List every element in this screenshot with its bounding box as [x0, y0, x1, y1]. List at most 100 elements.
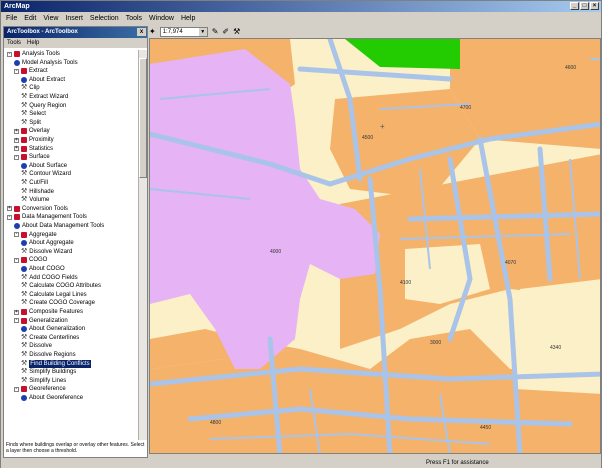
info-icon: [21, 162, 27, 169]
expand-icon[interactable]: +: [14, 146, 19, 152]
tree-item-label: Conversion Tools: [22, 205, 68, 212]
tree-item-label: Split: [29, 119, 41, 126]
info-icon: [21, 395, 27, 401]
collapse-icon[interactable]: -: [14, 386, 19, 392]
expand-icon[interactable]: +: [7, 206, 12, 212]
menu-tools[interactable]: Tools: [126, 15, 142, 22]
scrollbar-thumb[interactable]: [139, 58, 147, 178]
tree-item[interactable]: ⚒ Dissolve: [21, 342, 52, 350]
menu-file[interactable]: File: [6, 15, 17, 22]
tree-item[interactable]: + Statistics: [14, 145, 53, 153]
tool-hammer-icon: ⚒: [21, 84, 28, 92]
tree-item[interactable]: + Composite Features: [14, 308, 83, 316]
collapse-icon[interactable]: -: [14, 318, 19, 324]
close-button[interactable]: ×: [590, 2, 599, 10]
collapse-icon[interactable]: -: [14, 257, 19, 263]
tree-item[interactable]: ⚒ Clip: [21, 84, 40, 92]
tree-item[interactable]: - Surface: [14, 153, 50, 161]
toolbox-icon[interactable]: ⚒: [233, 27, 240, 37]
tree-item[interactable]: - Georeference: [14, 385, 66, 393]
map-view[interactable]: 4500 4070 4000 4100 4340 3000 4600 4700 …: [149, 38, 601, 454]
info-icon: [14, 223, 20, 229]
tool-hammer-icon: ⚒: [21, 170, 28, 178]
tree-item-label: About Generalization: [29, 326, 86, 333]
tree-item-label: Simplify Buildings: [29, 369, 77, 376]
collapse-icon[interactable]: -: [7, 51, 12, 57]
tree-item[interactable]: ⚒ Split: [21, 119, 41, 127]
sketch-tool-icon[interactable]: ✐: [222, 27, 229, 37]
tree-item[interactable]: - Analysis Tools: [7, 50, 60, 58]
map-canvas[interactable]: 4500 4070 4000 4100 4340 3000 4600 4700 …: [150, 39, 601, 454]
tree-item[interactable]: ⚒ Cut/Fill: [21, 179, 48, 187]
tree-item[interactable]: ⚒ Create Centerlines: [21, 334, 79, 342]
info-icon: [21, 326, 27, 333]
menu-view[interactable]: View: [43, 15, 58, 22]
menu-window[interactable]: Window: [149, 15, 174, 22]
tree-item[interactable]: ⚒ Create COGO Coverage: [21, 299, 95, 307]
expand-icon[interactable]: +: [14, 309, 19, 315]
parcel-label: 4600: [565, 65, 576, 71]
tree-item[interactable]: About COGO: [21, 265, 65, 273]
status-text: Press F1 for assistance: [426, 460, 489, 466]
scale-dropdown[interactable]: 1:7,974 ▼: [159, 27, 208, 37]
tree-item[interactable]: + Overlay: [14, 127, 50, 135]
tree-item[interactable]: About Data Management Tools: [14, 222, 104, 230]
toolbox-menu-help[interactable]: Help: [27, 38, 39, 48]
tool-hammer-icon: ⚒: [21, 247, 28, 255]
expand-icon[interactable]: +: [14, 128, 19, 134]
tree-item[interactable]: - Extract: [14, 67, 48, 75]
tree-item[interactable]: About Generalization: [21, 325, 85, 333]
tree-item[interactable]: About Extract: [21, 76, 65, 84]
tree-item[interactable]: - Aggregate: [14, 231, 57, 239]
tree-item[interactable]: ⚒ Volume: [21, 196, 49, 204]
minimize-button[interactable]: _: [570, 2, 579, 10]
tree-item[interactable]: + Proximity: [14, 136, 54, 144]
tree-item[interactable]: ⚒ Simplify Lines: [21, 377, 66, 385]
collapse-icon[interactable]: -: [14, 68, 19, 74]
tree-item[interactable]: ⚒ Query Region: [21, 102, 66, 110]
tree-item[interactable]: - Generalization: [14, 317, 68, 325]
editor-icon[interactable]: ✎: [212, 27, 219, 37]
tree-item[interactable]: - COGO: [14, 256, 47, 264]
toolbox-close-button[interactable]: x: [137, 28, 146, 36]
collapse-icon[interactable]: -: [14, 154, 19, 160]
info-icon: [21, 266, 27, 272]
tree-item[interactable]: ⚒ Calculate Legal Lines: [21, 291, 87, 299]
tree-item-label: Generalization: [29, 317, 68, 324]
tree-item[interactable]: About Surface: [21, 162, 67, 170]
menu-insert[interactable]: Insert: [65, 15, 83, 22]
pointer-icon[interactable]: ✦: [149, 27, 156, 37]
tree-item[interactable]: ⚒ Calculate COGO Attributes: [21, 282, 101, 290]
menu-selection[interactable]: Selection: [90, 15, 119, 22]
parcel-label: 4450: [480, 425, 491, 431]
expand-icon[interactable]: +: [14, 137, 19, 143]
toolbox-title: ArcToolbox - ArcToolbox: [7, 29, 78, 35]
tree-item[interactable]: ⚒ Dissolve Regions: [21, 351, 76, 359]
tree-item[interactable]: ⚒ Contour Wizard: [21, 170, 71, 178]
tree-item[interactable]: Model Analysis Tools: [14, 59, 78, 67]
collapse-icon[interactable]: -: [7, 214, 12, 220]
toolbox-menu-tools[interactable]: Tools: [7, 38, 21, 48]
menu-help[interactable]: Help: [181, 15, 195, 22]
tree-item[interactable]: ⚒ Hillshade: [21, 188, 54, 196]
tree-item[interactable]: ⚒ Add COGO Fields: [21, 274, 78, 282]
tree-item[interactable]: ⚒ Find Building Conflicts: [21, 359, 91, 368]
collapse-icon[interactable]: -: [14, 232, 19, 238]
chevron-down-icon[interactable]: ▼: [198, 28, 207, 36]
tree-item[interactable]: ⚒ Extract Wizard: [21, 93, 68, 101]
tree-item-label: Data Management Tools: [22, 214, 87, 221]
menu-edit[interactable]: Edit: [24, 15, 36, 22]
maximize-button[interactable]: □: [580, 2, 589, 10]
toolbox-icon: [21, 257, 27, 264]
tree-item[interactable]: ⚒ Simplify Buildings: [21, 368, 76, 376]
tree-item[interactable]: - Data Management Tools: [7, 213, 87, 221]
toolbox-scrollbar[interactable]: [138, 50, 147, 440]
tree-item-label: Extract: [29, 68, 48, 75]
tree-item[interactable]: About Aggregate: [21, 239, 74, 247]
tree-item[interactable]: + Conversion Tools: [7, 205, 68, 213]
parcel-label: 4500: [362, 135, 373, 141]
tree-item[interactable]: About Georeference: [21, 394, 83, 402]
tree-item[interactable]: ⚒ Select: [21, 110, 46, 118]
tree-item[interactable]: ⚒ Dissolve Wizard: [21, 248, 72, 256]
tree-item-label: Create COGO Coverage: [29, 300, 95, 307]
